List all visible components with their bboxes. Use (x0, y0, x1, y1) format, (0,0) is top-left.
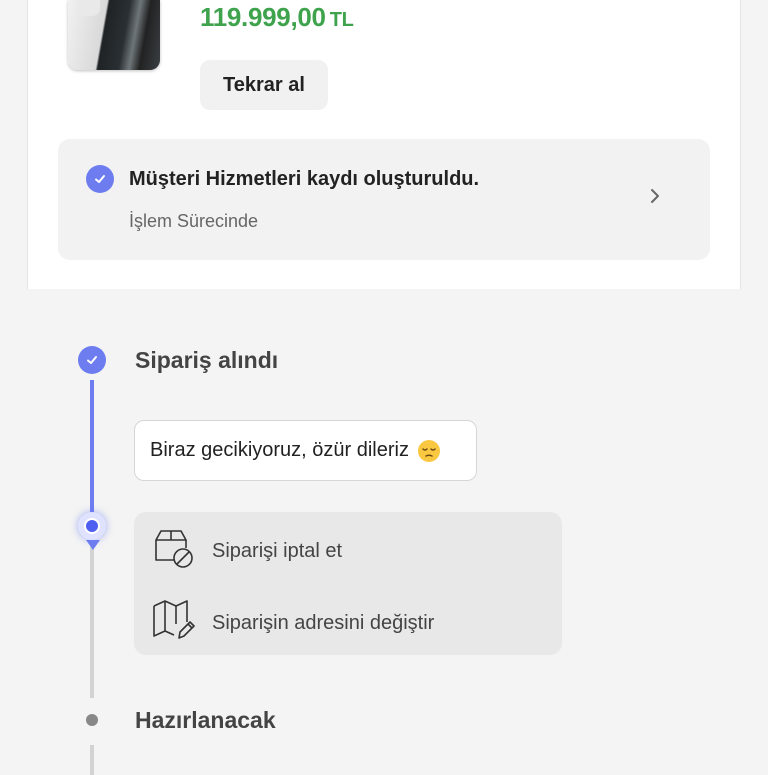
service-record-card[interactable]: Müşteri Hizmetleri kaydı oluşturuldu. İş… (58, 139, 710, 260)
order-actions-panel: Siparişi iptal et Siparişin adresini değ… (134, 512, 562, 655)
step-done-check-icon (78, 346, 106, 374)
product-price: 119.999,00 TL (200, 2, 354, 33)
cancel-order-label: Siparişi iptal et (212, 539, 343, 562)
change-address-button[interactable]: Siparişin adresini değiştir (152, 598, 434, 648)
timeline-progress-line (90, 380, 94, 530)
phone-camera-graphic (78, 0, 100, 16)
change-address-label: Siparişin adresini değiştir (212, 611, 435, 634)
cancel-order-button[interactable]: Siparişi iptal et (152, 526, 342, 576)
price-value: 119.999,00 (200, 2, 326, 32)
order-detail-screen: 119.999,00 TL Tekrar al Müşteri Hizmetler… (0, 0, 768, 775)
current-step-pointer (86, 540, 100, 550)
map-edit-icon (152, 598, 196, 648)
product-image[interactable] (68, 0, 160, 70)
step-to-be-prepared: Hazırlanacak (135, 707, 276, 733)
service-record-status: İşlem Sürecinde (129, 211, 259, 231)
delay-message-box: Biraz gecikiyoruz, özür dileriz (134, 420, 477, 481)
reorder-button[interactable]: Tekrar al (200, 60, 328, 110)
step-order-received: Sipariş alındı (135, 347, 279, 373)
price-currency: TL (329, 9, 354, 31)
delay-message-text: Biraz gecikiyoruz, özür dileriz (150, 439, 409, 461)
current-step-indicator (78, 512, 106, 540)
service-record-title: Müşteri Hizmetleri kaydı oluşturuldu. (129, 168, 480, 190)
chevron-right-icon (648, 186, 662, 211)
pensive-face-icon (417, 439, 441, 463)
current-step-dot (84, 518, 100, 534)
timeline-pending-line-lower (90, 745, 94, 775)
step-pending-dot (86, 714, 98, 726)
cancel-box-icon (152, 526, 196, 576)
check-icon (86, 165, 114, 193)
timeline-pending-line (90, 540, 94, 698)
